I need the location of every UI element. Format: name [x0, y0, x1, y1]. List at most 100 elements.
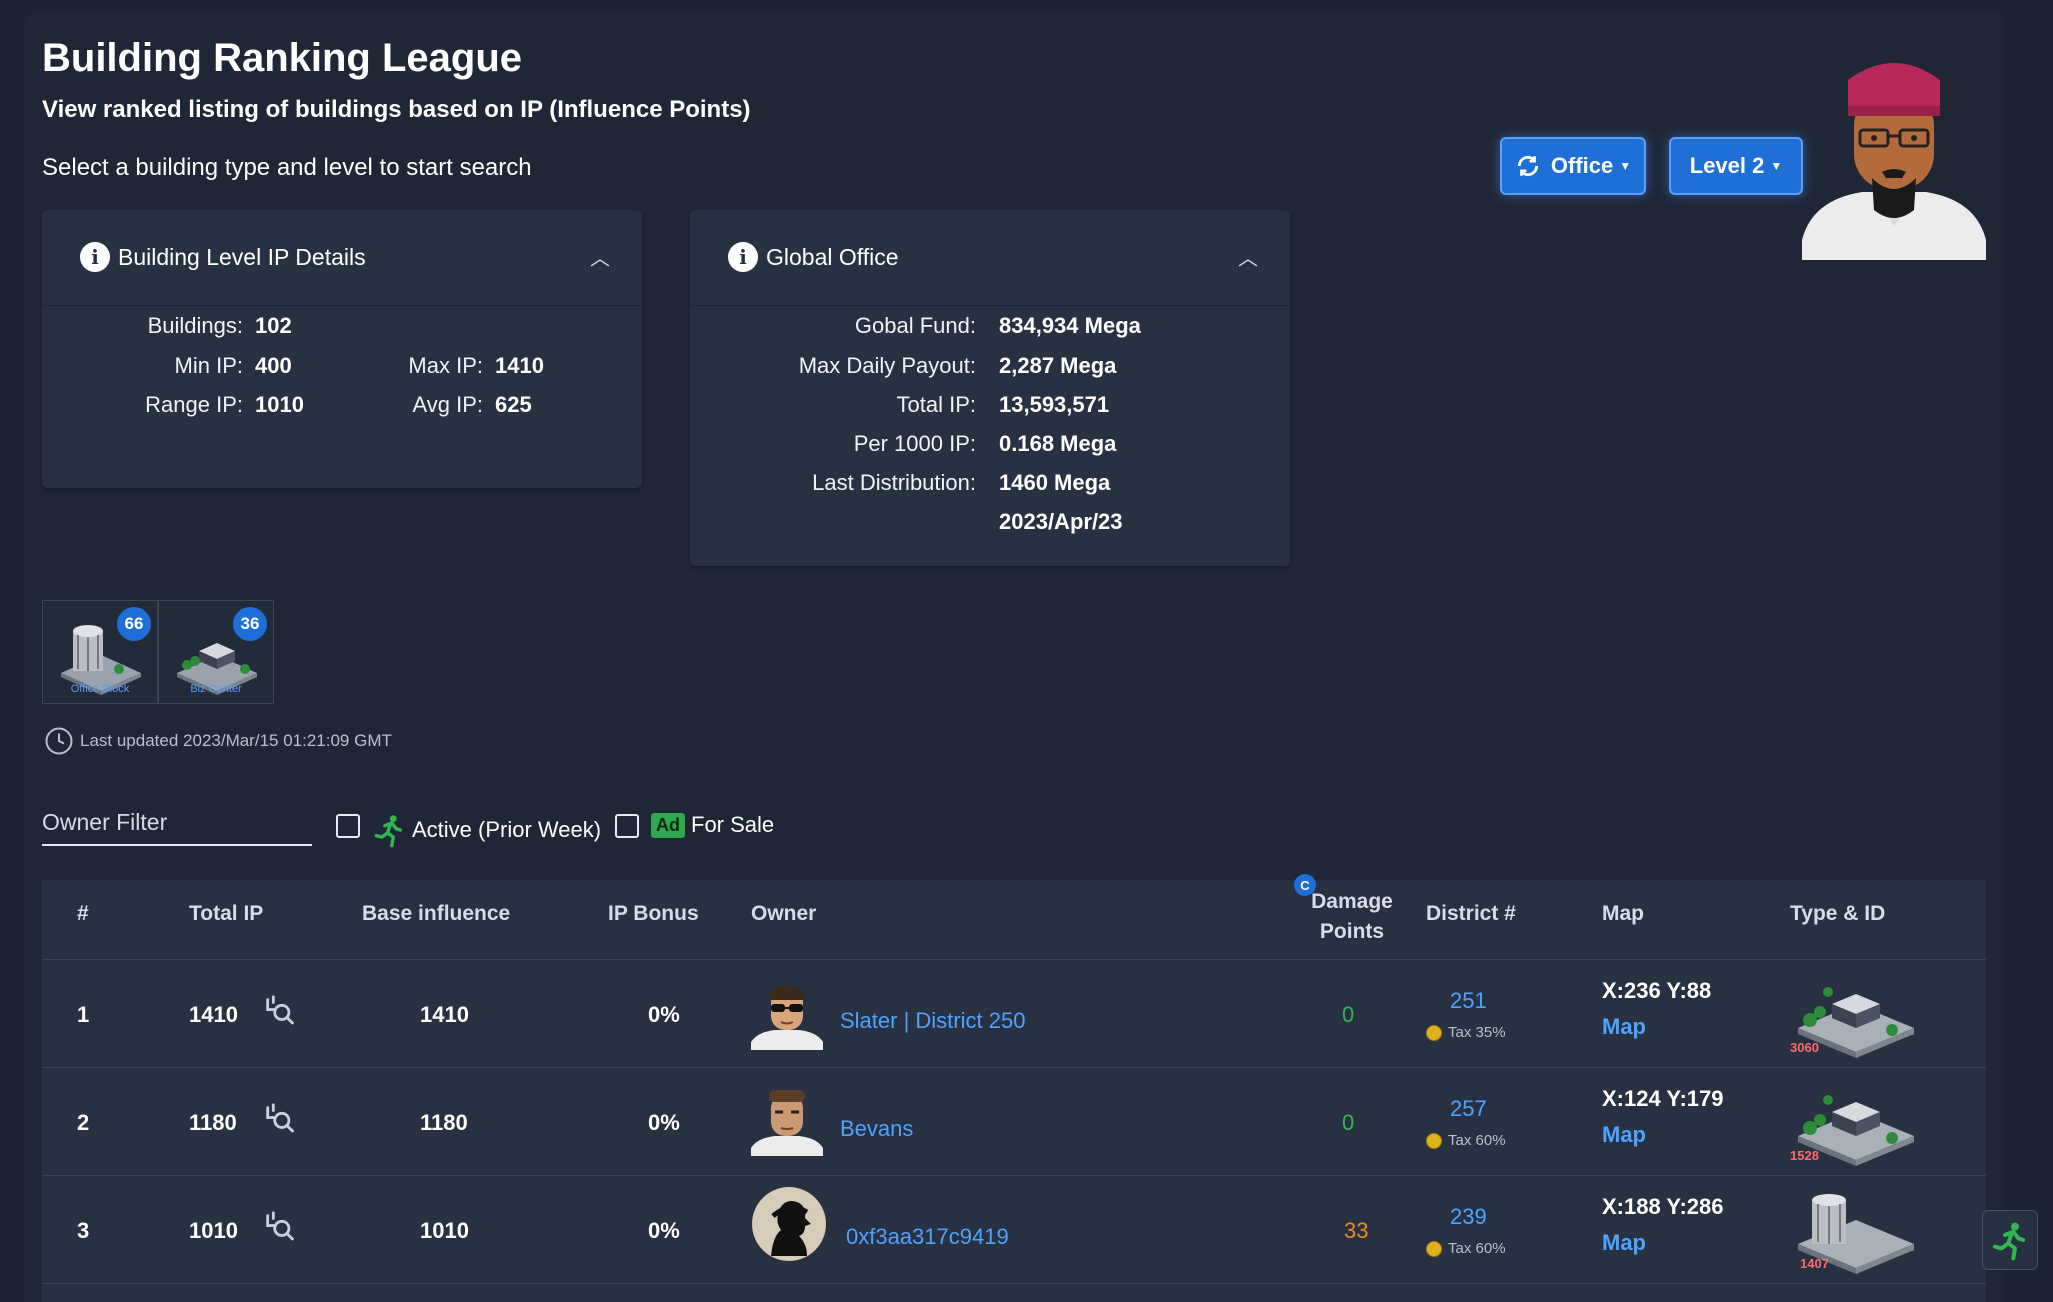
tile-count-badge: 66 — [117, 607, 151, 641]
caret-down-icon: ▼ — [1770, 159, 1783, 173]
user-avatar[interactable] — [1802, 50, 1986, 260]
district-tax: Tax 35% — [1426, 1024, 1506, 1041]
last-distribution-value: 1460 Mega — [999, 470, 1111, 495]
damage-points-cell: 0 — [1342, 1110, 1355, 1135]
total-ip-cell: 1010 — [189, 1218, 238, 1243]
total-ip-value: 13,593,571 — [999, 392, 1110, 417]
range-ip-label: Range IP: — [145, 392, 243, 417]
ip-bonus-cell: 0% — [648, 1002, 680, 1027]
buildings-value: 102 — [255, 313, 292, 338]
owner-filter-input[interactable] — [42, 800, 312, 846]
ip-bonus-cell: 0% — [648, 1110, 680, 1135]
map-coordinates: X:236 Y:88 — [1602, 978, 1712, 1003]
active-filter-label: Active (Prior Week) — [372, 812, 601, 848]
table-row[interactable] — [42, 1176, 1986, 1283]
total-ip-cell: 1180 — [189, 1110, 237, 1135]
collapse-chevron-up-icon[interactable]: ︿ — [1238, 242, 1258, 271]
owner-avatar[interactable] — [751, 1084, 823, 1156]
building-type-dropdown[interactable]: Office ▼ — [1500, 137, 1646, 195]
district-tax: Tax 60% — [1426, 1240, 1506, 1257]
col-header-ip-bonus[interactable]: IP Bonus — [608, 902, 699, 926]
avg-ip-label: Avg IP: — [412, 392, 483, 417]
col-header-rank[interactable]: # — [77, 902, 89, 926]
page-title: Building Ranking League — [42, 36, 523, 80]
district-link[interactable]: 251 — [1450, 988, 1487, 1014]
level-dropdown[interactable]: Level 2 ▼ — [1669, 137, 1803, 195]
col-header-map[interactable]: Map — [1602, 902, 1644, 926]
ip-search-icon[interactable] — [262, 994, 296, 1028]
tile-label: Biz Center — [190, 683, 242, 695]
refresh-icon — [1517, 155, 1538, 177]
district-tax: Tax 60% — [1426, 1132, 1506, 1149]
coin-icon — [1426, 1240, 1442, 1257]
col-header-damage-points[interactable]: Damage Points — [1300, 890, 1404, 944]
clock-icon — [45, 727, 73, 755]
info-icon: i — [80, 242, 110, 272]
global-fund-value: 834,934 Mega — [999, 313, 1141, 338]
building-type-label: Office — [1550, 153, 1614, 178]
base-influence-cell: 1010 — [420, 1218, 469, 1243]
base-influence-cell: 1410 — [420, 1002, 469, 1027]
map-coordinates: X:124 Y:179 — [1602, 1086, 1724, 1111]
owner-link[interactable]: Slater | District 250 — [840, 1008, 1025, 1034]
min-ip-label: Min IP: — [174, 353, 243, 378]
active-toggle-button[interactable] — [1982, 1210, 2038, 1270]
owner-avatar[interactable] — [751, 978, 823, 1050]
running-person-icon — [1993, 1222, 2026, 1261]
total-ip-label: Total IP: — [896, 392, 976, 417]
table-row[interactable] — [42, 1068, 1986, 1175]
owner-link[interactable]: Bevans — [840, 1116, 913, 1142]
last-updated: Last updated 2023/Mar/15 01:21:09 GMT — [44, 726, 392, 756]
total-ip-cell: 1410 — [189, 1002, 238, 1027]
col-header-base-influence[interactable]: Base influence — [362, 902, 510, 926]
district-link[interactable]: 239 — [1450, 1204, 1487, 1230]
per-1000-ip-label: Per 1000 IP: — [853, 431, 976, 456]
map-link[interactable]: Map — [1602, 1014, 1646, 1040]
for-sale-filter-label: Ad For Sale — [651, 812, 774, 838]
last-distribution-label: Last Distribution: — [812, 470, 976, 495]
ip-search-icon[interactable] — [262, 1102, 296, 1136]
min-ip-value: 400 — [255, 353, 292, 378]
building-id: 1407 — [1800, 1256, 1829, 1271]
tile-count-badge: 36 — [233, 607, 267, 641]
tile-biz-center[interactable]: 36 Biz Center — [158, 600, 274, 704]
caret-down-icon: ▼ — [1619, 159, 1632, 173]
col-header-owner[interactable]: Owner — [751, 902, 816, 926]
owner-avatar[interactable] — [751, 1186, 827, 1262]
info-icon: i — [728, 242, 758, 272]
buildings-label: Buildings: — [147, 313, 243, 338]
building-id: 3060 — [1790, 1040, 1819, 1055]
coin-icon — [1426, 1024, 1442, 1041]
running-person-icon — [374, 815, 403, 848]
last-distribution-date: 2023/Apr/23 — [999, 509, 1123, 534]
level-label: Level 2 — [1689, 153, 1765, 178]
collapse-chevron-up-icon[interactable]: ︿ — [590, 242, 610, 271]
col-header-total-ip[interactable]: Total IP — [189, 902, 263, 926]
active-checkbox[interactable] — [336, 814, 360, 838]
col-header-district[interactable]: District # — [1426, 902, 1516, 926]
avg-ip-value: 625 — [495, 392, 532, 417]
base-influence-cell: 1180 — [420, 1110, 468, 1135]
max-ip-value: 1410 — [495, 353, 544, 378]
max-ip-label: Max IP: — [408, 353, 483, 378]
building-id: 1528 — [1790, 1148, 1819, 1163]
map-link[interactable]: Map — [1602, 1122, 1646, 1148]
damage-points-cell: 33 — [1344, 1218, 1369, 1243]
district-link[interactable]: 257 — [1450, 1096, 1487, 1122]
ip-bonus-cell: 0% — [648, 1218, 680, 1243]
tile-office-block[interactable]: 66 Office Block — [42, 600, 158, 704]
ip-search-icon[interactable] — [262, 1210, 296, 1244]
col-header-type-id[interactable]: Type & ID — [1790, 902, 1885, 926]
level-details-title: i Building Level IP Details — [80, 242, 366, 272]
owner-link[interactable]: 0xf3aa317c9419 — [846, 1224, 1009, 1250]
rank-cell: 2 — [77, 1110, 90, 1135]
map-coordinates: X:188 Y:286 — [1602, 1194, 1724, 1219]
rank-cell: 3 — [77, 1218, 90, 1243]
row-divider — [42, 1283, 1986, 1284]
search-instruction: Select a building type and level to star… — [42, 154, 532, 181]
for-sale-checkbox[interactable] — [615, 814, 639, 838]
map-link[interactable]: Map — [1602, 1230, 1646, 1256]
range-ip-value: 1010 — [255, 392, 304, 417]
tile-label: Office Block — [70, 683, 130, 695]
max-daily-payout-label: Max Daily Payout: — [798, 353, 976, 378]
